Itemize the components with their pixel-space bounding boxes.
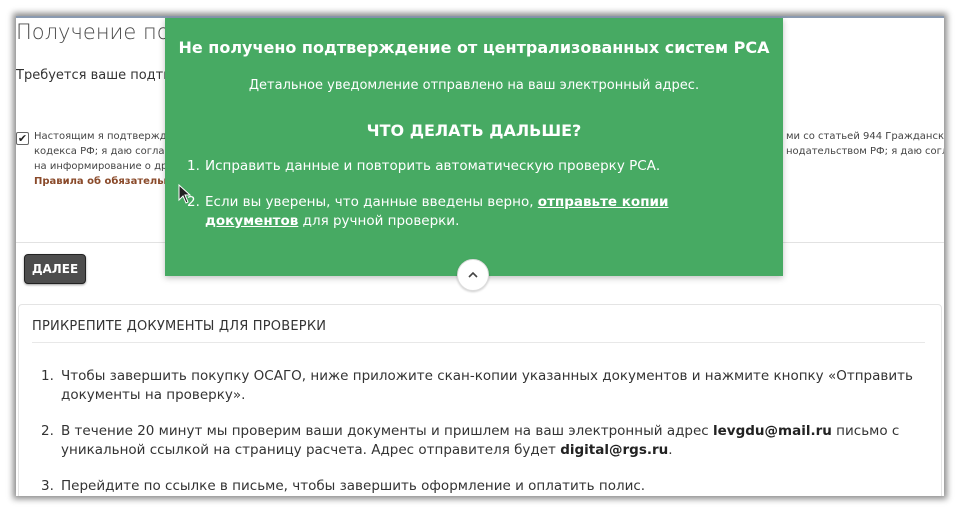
page-frame: Получение пол Требуется ваше подтвер ✔ Н… [16, 16, 944, 496]
consent-prompt: Требуется ваше подтвер [16, 68, 188, 83]
notification-title: Не получено подтверждение от централизов… [178, 38, 770, 57]
step-text: Перейдите по ссылке в письме, чтобы заве… [61, 478, 646, 494]
what-next-heading: ЧТО ДЕЛАТЬ ДАЛЬШЕ? [366, 121, 582, 140]
documents-step: 1. Чтобы завершить покупку ОСАГО, ниже п… [19, 367, 919, 405]
step-text: Чтобы завершить покупку ОСАГО, ниже прил… [61, 368, 913, 403]
step-text: В течение 20 минут мы проверим ваши доку… [61, 423, 714, 439]
consent-line-2-right: нодательством РФ; я даю согласи [786, 146, 944, 157]
consent-checkbox[interactable]: ✔ [16, 132, 29, 145]
mouse-cursor-icon [178, 183, 192, 208]
documents-panel: ПРИКРЕПИТЕ ДОКУМЕНТЫ ДЛЯ ПРОВЕРКИ 1. Что… [18, 304, 942, 496]
step-number: 2. [41, 423, 54, 439]
step-text: Если вы уверены, что данные введены верн… [205, 194, 538, 210]
documents-steps-list: 1. Чтобы завершить покупку ОСАГО, ниже п… [19, 367, 919, 496]
user-email: levgdu@mail.ru [713, 423, 832, 439]
documents-panel-rule [32, 342, 925, 343]
documents-panel-title: ПРИКРЕПИТЕ ДОКУМЕНТЫ ДЛЯ ПРОВЕРКИ [32, 319, 327, 334]
step-number: 1. [41, 368, 54, 384]
consent-line-1-right: ми со статьей 944 Гражданского [786, 131, 944, 142]
chevron-up-icon [468, 271, 478, 278]
documents-step: 3. Перейдите по ссылке в письме, чтобы з… [19, 477, 919, 496]
consent-text-right: ми со статьей 944 Гражданского нодательс… [786, 129, 944, 159]
step-number: 3. [41, 478, 54, 494]
step-number: 1. [187, 158, 200, 174]
step-text: . [668, 442, 673, 458]
sender-email: digital@rgs.ru [560, 442, 669, 458]
step-text: Исправить данные и повторить автоматичес… [205, 158, 661, 174]
next-button[interactable]: ДАЛЕЕ [24, 254, 86, 284]
step-text: для ручной проверки. [298, 213, 460, 229]
page-title: Получение пол [16, 20, 183, 44]
notification-subtitle: Детальное уведомление отправлено на ваш … [248, 78, 700, 93]
collapse-notification-button[interactable] [457, 259, 489, 291]
rsa-notification: Не получено подтверждение от централизов… [165, 18, 783, 291]
documents-step: 2. В течение 20 минут мы проверим ваши д… [19, 422, 919, 460]
notification-steps: 1. Исправить данные и повторить автомати… [187, 157, 757, 248]
notification-step: 1. Исправить данные и повторить автомати… [187, 157, 757, 176]
notification-step: 2. Если вы уверены, что данные введены в… [187, 193, 757, 231]
